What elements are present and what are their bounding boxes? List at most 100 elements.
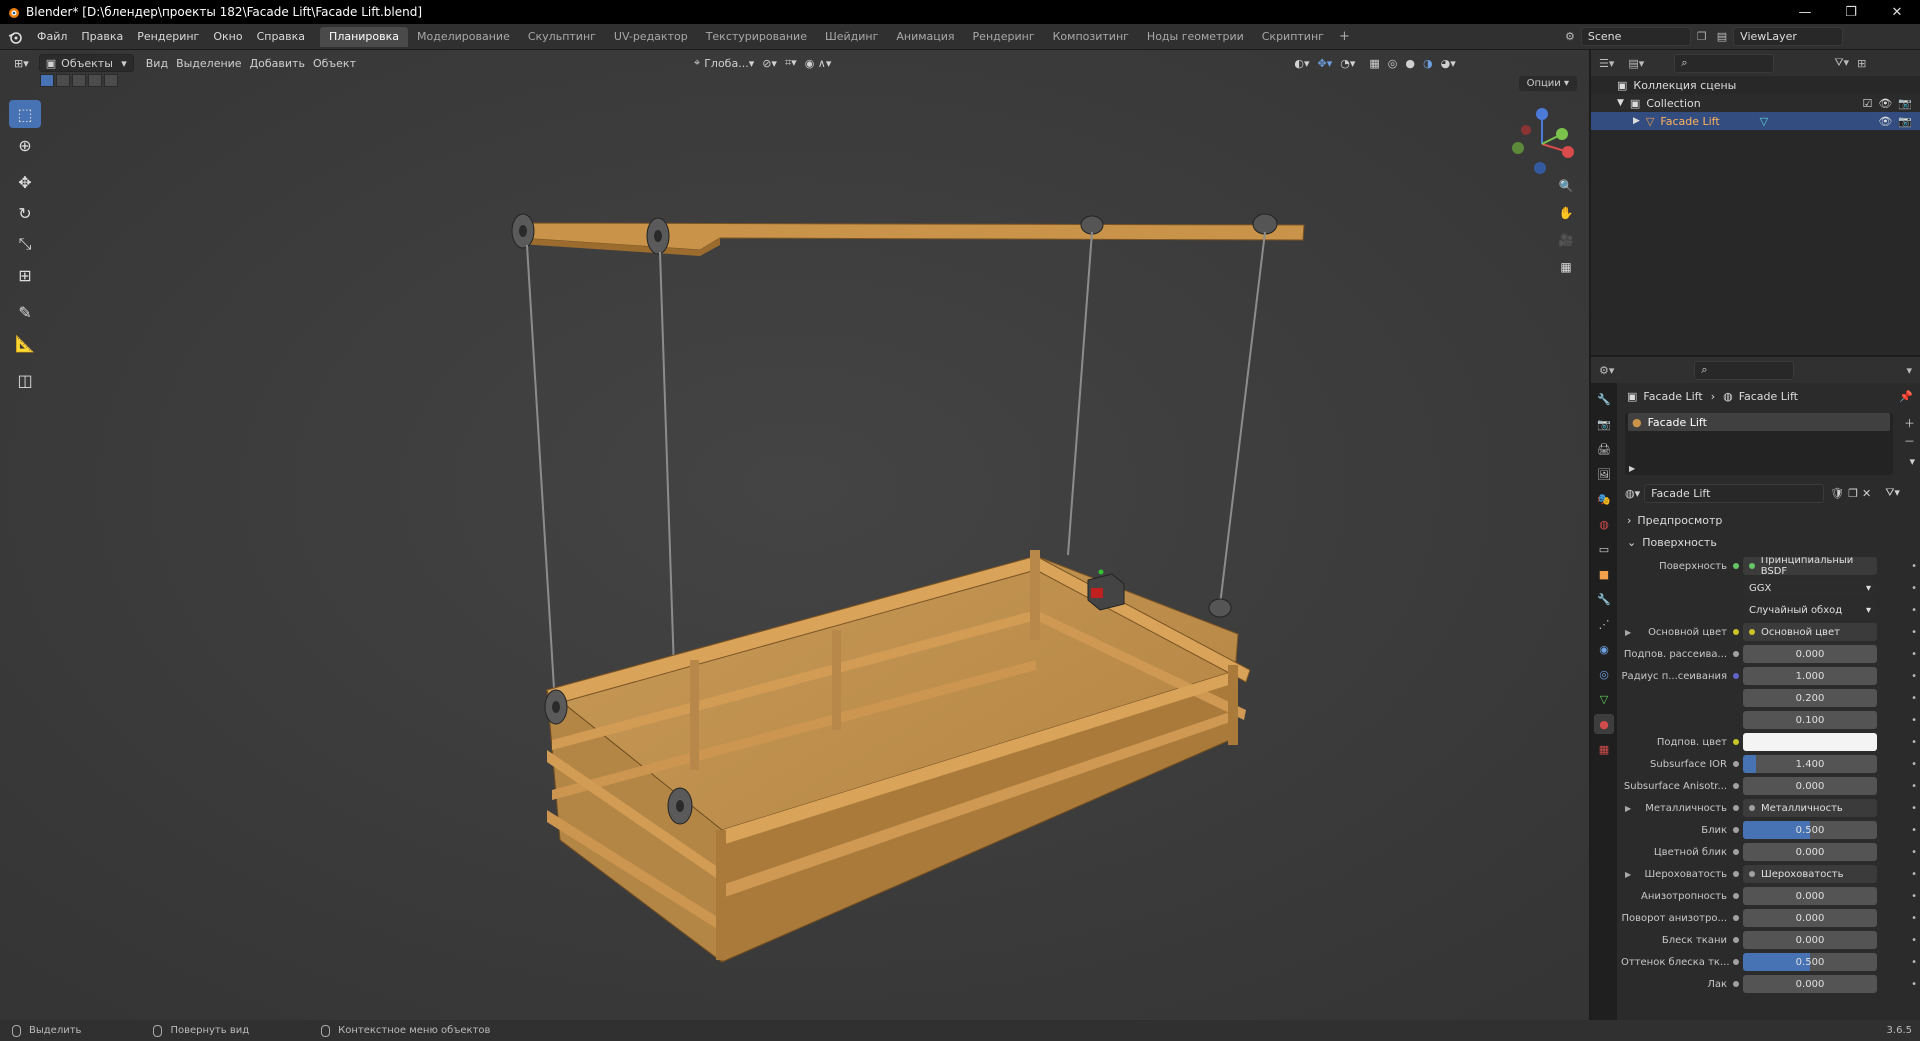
expand-arrow-icon[interactable]: ▶ <box>1629 464 1635 473</box>
scene-tab-icon[interactable]: 🎭 <box>1594 489 1614 509</box>
measure-tool-icon[interactable]: 📐 <box>9 329 41 357</box>
keyframe-dot-icon[interactable]: • <box>1911 649 1917 660</box>
options-dropdown[interactable]: Опции ▾ <box>1518 76 1577 91</box>
tab-scripting[interactable]: Скриптинг <box>1253 27 1333 47</box>
keyframe-dot-icon[interactable]: • <box>1911 847 1917 858</box>
material-name-field[interactable]: Facade Lift <box>1644 483 1825 503</box>
socket-icon[interactable] <box>1733 871 1739 877</box>
menu-object[interactable]: Объект <box>309 54 360 72</box>
socket-icon[interactable] <box>1733 915 1739 921</box>
outliner-scene-collection[interactable]: ▣ Коллекция сцены <box>1591 76 1920 94</box>
property-value-field[interactable]: 0.000 <box>1743 777 1877 795</box>
select-new-icon[interactable] <box>40 74 54 87</box>
perspective-grid-icon[interactable]: ▦ <box>1555 256 1577 278</box>
add-slot-icon[interactable]: ＋ <box>1904 415 1915 431</box>
tab-animation[interactable]: Анимация <box>887 27 963 47</box>
select-extend-icon[interactable] <box>56 74 70 87</box>
keyframe-dot-icon[interactable]: • <box>1911 957 1917 968</box>
view-layer-icon[interactable]: ▤ <box>1717 30 1727 43</box>
menu-help[interactable]: Справка <box>250 30 312 43</box>
property-value-field[interactable]: 0.000 <box>1743 909 1877 927</box>
data-tab-icon[interactable]: ▽ <box>1594 689 1614 709</box>
xray-icon[interactable]: ▦ <box>1365 54 1383 72</box>
snap-icon[interactable]: ⌗▾ <box>781 54 801 72</box>
pivot-point-icon[interactable]: ⊘▾ <box>758 54 781 72</box>
expand-arrow-icon[interactable]: ▶ <box>1625 870 1631 879</box>
keyframe-dot-icon[interactable]: • <box>1911 583 1917 594</box>
surface-section-header[interactable]: ⌄ Поверхность <box>1621 531 1919 553</box>
socket-icon[interactable] <box>1733 563 1739 569</box>
modifier-tab-icon[interactable]: 🔧 <box>1594 589 1614 609</box>
property-value-field[interactable]: 0.500 <box>1743 821 1877 839</box>
new-collection-icon[interactable]: ⊞ <box>1857 57 1866 70</box>
tool-tab-icon[interactable]: 🔧 <box>1594 389 1614 409</box>
keyframe-dot-icon[interactable]: • <box>1911 671 1917 682</box>
socket-icon[interactable] <box>1733 805 1739 811</box>
tab-sculpting[interactable]: Скульптинг <box>519 27 605 47</box>
scene-icon[interactable]: ⚙ <box>1565 30 1575 43</box>
keyframe-dot-icon[interactable]: • <box>1911 715 1917 726</box>
cursor-tool-icon[interactable]: ⊕ <box>9 131 41 159</box>
menu-window[interactable]: Окно <box>206 30 249 43</box>
keyframe-dot-icon[interactable]: • <box>1911 605 1917 616</box>
menu-add[interactable]: Добавить <box>246 54 309 72</box>
texture-tab-icon[interactable]: ▦ <box>1594 739 1614 759</box>
orientation-dropdown[interactable]: ⌖ Глоба... ▾ <box>690 54 758 72</box>
fake-user-icon[interactable]: 🛡 <box>1830 487 1844 500</box>
collection-tab-icon[interactable]: ▭ <box>1594 539 1614 559</box>
property-value-field[interactable]: Шероховатость <box>1743 865 1877 883</box>
keyframe-dot-icon[interactable]: • <box>1911 803 1917 814</box>
slot-specials-icon[interactable]: ▾ <box>1909 455 1915 468</box>
tab-layout[interactable]: Планировка <box>320 26 409 47</box>
color-swatch[interactable] <box>1743 733 1877 751</box>
minimize-button[interactable]: — <box>1782 0 1828 24</box>
keyframe-dot-icon[interactable]: • <box>1911 825 1917 836</box>
scale-tool-icon[interactable]: ⤡ <box>9 230 41 258</box>
property-value-field[interactable]: 0.000 <box>1743 645 1877 663</box>
gizmo-toggle-icon[interactable]: ✥▾ <box>1313 54 1336 72</box>
keyframe-dot-icon[interactable]: • <box>1911 759 1917 770</box>
socket-icon[interactable] <box>1733 651 1739 657</box>
property-value-field[interactable]: 0.500 <box>1743 953 1877 971</box>
object-tab-icon[interactable]: ■ <box>1594 564 1614 584</box>
add-cube-tool-icon[interactable]: ◫ <box>9 366 41 394</box>
blender-menu-icon[interactable] <box>0 30 30 44</box>
property-value-field[interactable]: 1.000 <box>1743 667 1877 685</box>
expand-arrow-icon[interactable]: ▶ <box>1625 628 1631 637</box>
property-value-field[interactable]: 0.200 <box>1743 689 1877 707</box>
property-value-field[interactable]: Принципиальный BSDF <box>1743 557 1877 575</box>
keyframe-dot-icon[interactable]: • <box>1911 979 1917 990</box>
output-tab-icon[interactable]: 🖨 <box>1594 439 1614 459</box>
socket-icon[interactable] <box>1733 783 1739 789</box>
unlink-material-icon[interactable]: ✕ <box>1862 487 1871 500</box>
tab-geometry-nodes[interactable]: Ноды геометрии <box>1138 27 1253 47</box>
render-camera-icon[interactable]: 📷 <box>1898 115 1912 128</box>
preview-section-header[interactable]: › Предпросмотр <box>1621 509 1919 531</box>
shading-solid-icon[interactable]: ● <box>1401 54 1419 72</box>
filter-icon[interactable]: ⛛▾ <box>1885 486 1900 500</box>
property-dropdown[interactable]: Случайный обход ▾ <box>1743 601 1877 619</box>
particles-tab-icon[interactable]: ⋰ <box>1594 614 1614 634</box>
duplicate-material-icon[interactable]: ❐ <box>1848 487 1858 500</box>
view-layer-field[interactable]: ViewLayer <box>1733 27 1844 46</box>
add-workspace-button[interactable]: + <box>1333 29 1356 44</box>
socket-icon[interactable] <box>1733 849 1739 855</box>
annotate-tool-icon[interactable]: ✎ <box>9 298 41 326</box>
material-browse-icon[interactable]: ◍▾ <box>1625 487 1640 500</box>
keyframe-dot-icon[interactable]: • <box>1911 891 1917 902</box>
keyframe-dot-icon[interactable]: • <box>1911 869 1917 880</box>
constraints-tab-icon[interactable]: ◎ <box>1594 664 1614 684</box>
mode-dropdown[interactable]: ▣ Объекты ▾ <box>38 54 134 72</box>
menu-edit[interactable]: Правка <box>74 30 130 43</box>
transform-tool-icon[interactable]: ⊞ <box>9 261 41 289</box>
property-value-field[interactable]: Основной цвет <box>1743 623 1877 641</box>
menu-file[interactable]: Файл <box>30 30 74 43</box>
expand-arrow-icon[interactable]: ▶ <box>1633 116 1640 126</box>
scene-new-icon[interactable]: ❐ <box>1697 30 1707 43</box>
tab-compositing[interactable]: Композитинг <box>1044 27 1138 47</box>
properties-search-input[interactable]: ⌕ <box>1694 360 1795 380</box>
socket-icon[interactable] <box>1733 981 1739 987</box>
proportional-edit-icon[interactable]: ◉ ∧▾ <box>801 54 836 72</box>
socket-icon[interactable] <box>1733 893 1739 899</box>
eye-icon[interactable]: 👁 <box>1878 97 1892 110</box>
